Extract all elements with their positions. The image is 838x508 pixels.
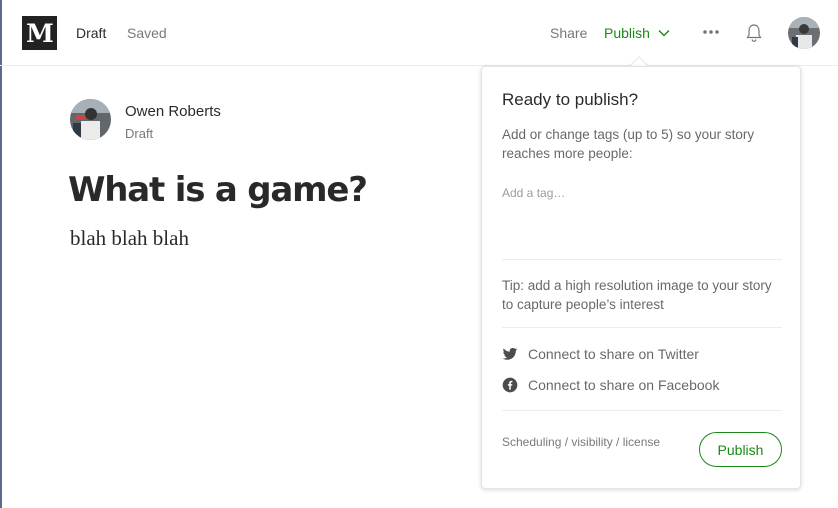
share-button[interactable]: Share [550,25,587,41]
divider [502,410,782,411]
author-draft-status: Draft [125,126,154,141]
twitter-icon [502,347,518,360]
connect-twitter-link[interactable]: Connect to share on Twitter [502,346,699,362]
chevron-down-icon [658,30,670,37]
bell-icon[interactable] [745,23,763,43]
publish-menu-label: Publish [604,25,650,41]
top-navigation-bar: M Draft Saved Share Publish [0,0,838,66]
window-edge [0,0,2,508]
facebook-icon [502,377,518,393]
image-tip: Tip: add a high resolution image to your… [502,278,772,312]
draft-status: Draft [76,25,107,41]
tags-description: Add or change tags (up to 5) so your sto… [502,127,755,161]
scheduling-visibility-license-link[interactable]: Scheduling / visibility / license [502,435,660,449]
publish-menu-button[interactable]: Publish [604,25,670,41]
publish-button[interactable]: Publish [699,432,782,467]
story-body[interactable]: blah blah blah [70,226,189,251]
story-title[interactable]: What is a game? [68,170,368,210]
more-icon[interactable] [702,23,720,41]
divider [502,327,782,328]
connect-facebook-label: Connect to share on Facebook [528,377,720,393]
author-avatar[interactable] [70,99,111,140]
user-avatar[interactable] [788,17,820,49]
connect-twitter-label: Connect to share on Twitter [528,346,699,362]
connect-facebook-link[interactable]: Connect to share on Facebook [502,377,719,393]
publish-popover: Ready to publish? Add or change tags (up… [481,66,801,489]
tag-input[interactable] [502,183,782,203]
divider [502,259,782,260]
medium-logo[interactable]: M [22,16,57,50]
saved-status: Saved [127,25,167,41]
popover-heading: Ready to publish? [502,90,639,109]
author-name[interactable]: Owen Roberts [125,103,221,120]
